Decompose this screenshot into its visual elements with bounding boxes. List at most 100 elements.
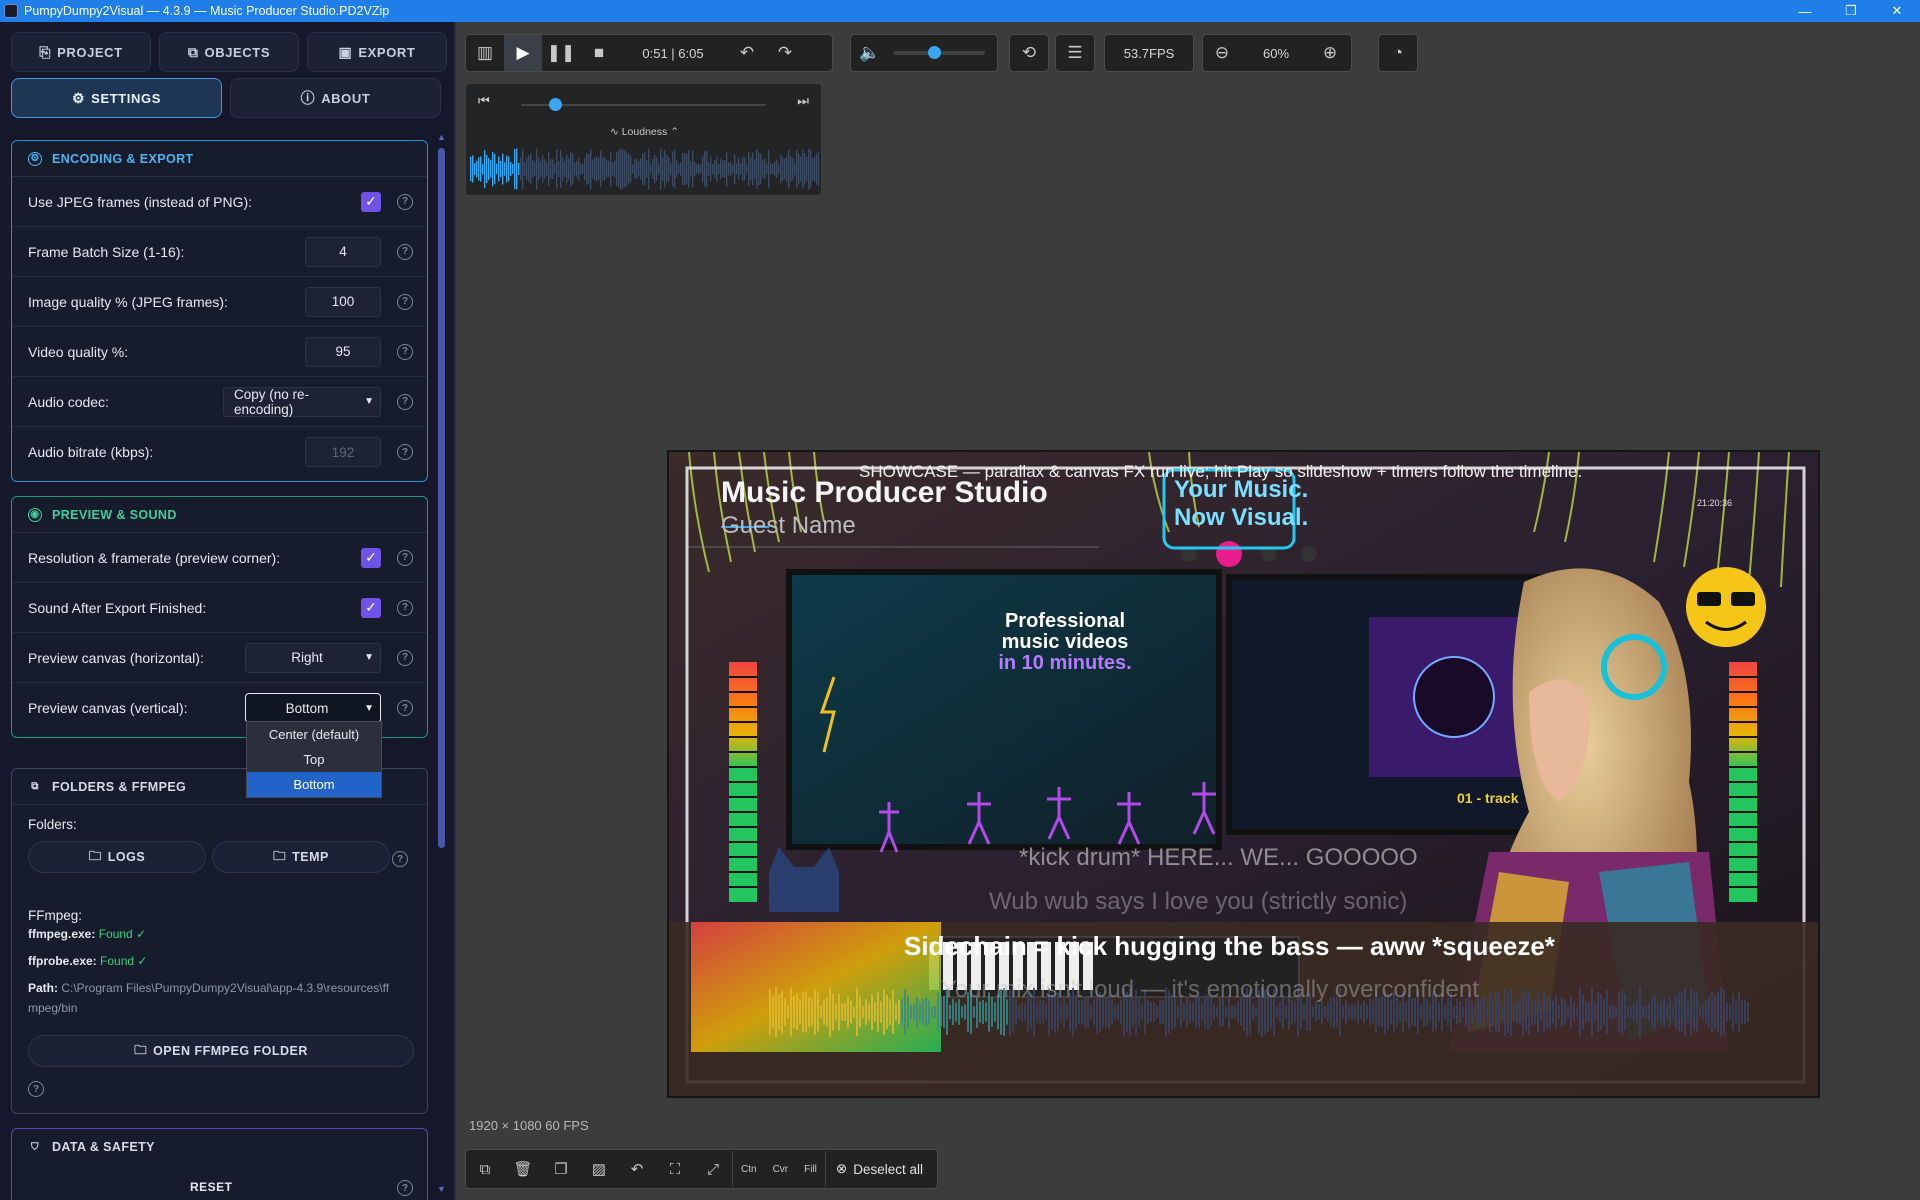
dropdown-option-bottom[interactable]: Bottom (247, 772, 381, 797)
zoom-out-icon[interactable]: ⊖ (1203, 35, 1241, 71)
tab-objects[interactable]: ⧉ OBJECTS (159, 32, 299, 72)
waveform-bar (482, 163, 484, 175)
waveform-bar (708, 162, 710, 176)
theme-button[interactable]: ◔ (1378, 34, 1418, 72)
dropdown-option-center[interactable]: Center (default) (247, 722, 381, 747)
open-ffmpeg-folder-button[interactable]: 🗀 OPEN FFMPEG FOLDER (28, 1035, 414, 1067)
close-button[interactable]: ✕ (1874, 0, 1920, 22)
tab-about[interactable]: ⓘ ABOUT (230, 78, 441, 118)
deselect-all-button[interactable]: ⊗ Deselect all (826, 1161, 937, 1177)
undo-icon[interactable]: ↶ (728, 35, 766, 71)
image-quality-input[interactable]: 100 (305, 286, 381, 317)
fullscreen-icon[interactable]: ⤢ (694, 1150, 732, 1188)
stop-button[interactable]: ■ (580, 35, 618, 71)
waveform-bar (724, 159, 726, 179)
use-jpeg-checkbox[interactable]: ✓ (361, 191, 381, 212)
lyric-line-3[interactable]: Sidechain = kick hugging the bass — aww … (904, 931, 1555, 962)
video-quality-input[interactable]: 95 (305, 336, 381, 367)
image-replace-icon[interactable]: ▨ (580, 1150, 618, 1188)
help-icon[interactable]: ? (392, 851, 408, 867)
preview-wave-bar (955, 1002, 957, 1022)
waveform-display[interactable] (470, 146, 819, 192)
trash-icon[interactable]: 🗑 (504, 1150, 542, 1188)
skip-forward-icon[interactable]: ⏭ (797, 93, 809, 109)
temp-button[interactable]: 🗀 TEMP (212, 841, 390, 873)
preview-canvas[interactable]: SHOWCASE — parallax & canvas FX run live… (667, 450, 1820, 1098)
dropdown-option-top[interactable]: Top (247, 747, 381, 772)
image-icon[interactable]: ⛶ (656, 1150, 694, 1188)
help-icon[interactable]: ? (397, 243, 413, 260)
logs-button[interactable]: 🗀 LOGS (28, 841, 206, 873)
waveform-bar (486, 154, 488, 184)
sidebar-toggle-icon[interactable]: ▥ (466, 35, 504, 71)
audio-codec-select[interactable]: Copy (no re-encoding) ▼ (223, 386, 381, 417)
lyric-line-2[interactable]: Wub wub says I love you (strictly sonic) (989, 888, 1407, 916)
studio-title-text[interactable]: Music Producer Studio (721, 476, 1048, 510)
scroll-down-arrow[interactable]: ▼ (437, 1184, 446, 1194)
guest-name-text[interactable]: Guest Name (721, 512, 856, 540)
skip-back-icon[interactable]: ⏮ (478, 93, 490, 109)
sound-after-export-checkbox[interactable]: ✓ (361, 597, 381, 618)
preview-wave-bar (1495, 992, 1497, 1032)
fill-button[interactable]: Fill (796, 1164, 825, 1175)
zoom-in-icon[interactable]: ⊕ (1311, 35, 1349, 71)
help-icon[interactable]: ? (397, 293, 413, 310)
help-icon[interactable]: ? (397, 193, 413, 210)
undo-icon[interactable]: ↶ (618, 1150, 656, 1188)
volume-slider[interactable] (893, 46, 985, 59)
help-icon[interactable]: ? (397, 444, 413, 460)
help-icon[interactable]: ? (28, 1081, 44, 1097)
maximize-button[interactable]: ❐ (1828, 0, 1874, 22)
duplicate-icon[interactable]: ⧉ (466, 1150, 504, 1188)
loop-button[interactable]: ⟲ (1009, 34, 1049, 72)
tab-settings[interactable]: ⚙ SETTINGS (11, 78, 222, 118)
app-icon (4, 4, 18, 18)
help-icon[interactable]: ? (397, 393, 413, 410)
play-button[interactable]: ▶ (504, 35, 542, 71)
contain-button[interactable]: Ctn (733, 1164, 765, 1175)
preview-wave-bar (985, 1002, 987, 1022)
waveform-bar (554, 163, 556, 175)
resolution-corner-checkbox[interactable]: ✓ (361, 547, 381, 568)
sidebar-divider[interactable] (454, 22, 456, 1200)
help-icon[interactable]: ? (397, 1180, 413, 1196)
mixer-button[interactable]: ☰ (1055, 34, 1095, 72)
minimize-button[interactable]: — (1782, 0, 1828, 22)
pause-button[interactable]: ❚❚ (542, 35, 580, 71)
preview-wave-bar (1066, 1004, 1068, 1020)
ffmpeg-exe-status: ffmpeg.exe: Found ✓ (28, 927, 146, 941)
sidebar-scrollbar[interactable] (438, 148, 445, 848)
lyric-line-1[interactable]: *kick drum* HERE... WE... GOOOOO (1019, 844, 1418, 872)
preview-vertical-select[interactable]: Bottom ▼ (245, 693, 381, 723)
cover-button[interactable]: Cvr (765, 1164, 797, 1175)
help-icon[interactable]: ? (397, 599, 413, 616)
redo-icon[interactable]: ↷ (766, 35, 804, 71)
preview-wave-bar (1600, 994, 1602, 1030)
tab-project[interactable]: ⎘ PROJECT (11, 32, 151, 72)
frame-batch-input[interactable]: 4 (305, 236, 381, 267)
lyric-line-4[interactable]: Your mix isn't loud — it's emotionally o… (941, 976, 1479, 1004)
tab-export[interactable]: ▣ EXPORT (307, 32, 447, 72)
help-icon[interactable]: ? (397, 343, 413, 360)
help-icon[interactable]: ? (397, 700, 413, 716)
waveform-bar (580, 163, 582, 175)
copy-icon[interactable]: ❐ (542, 1150, 580, 1188)
waveform-seek-knob[interactable] (549, 98, 563, 111)
scroll-up-arrow[interactable]: ▲ (437, 132, 446, 142)
help-icon[interactable]: ? (397, 549, 413, 566)
ffmpeg-path: Path: C:\Program Files\PumpyDumpy2Visual… (28, 981, 389, 995)
volume-knob[interactable] (928, 46, 942, 59)
preview-horizontal-select[interactable]: Right ▼ (245, 642, 381, 673)
waveform-bar (528, 155, 530, 183)
monitor-headline-3: in 10 minutes. (998, 652, 1132, 674)
waveform-bar (576, 161, 578, 177)
preview-wave-bar (1657, 1004, 1659, 1020)
loudness-toggle[interactable]: ∿ Loudness ⌃ (466, 126, 823, 138)
setting-label: Image quality % (JPEG frames): (28, 293, 228, 310)
reset-button[interactable]: RESET (190, 1180, 233, 1194)
volume-icon[interactable]: 🔈 (851, 35, 889, 71)
clock-text[interactable]: 21:20:36 (1697, 498, 1732, 508)
setting-use-jpeg: Use JPEG frames (instead of PNG): ✓ ? (12, 177, 427, 227)
preview-wave-bar (1717, 991, 1719, 1033)
help-icon[interactable]: ? (397, 649, 413, 666)
